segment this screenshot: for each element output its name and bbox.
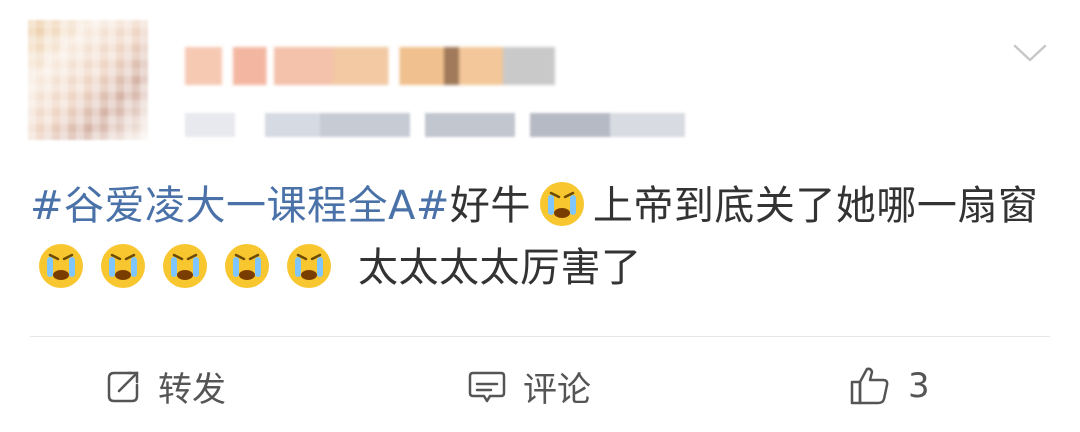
crying-face-icon xyxy=(39,244,83,288)
crying-face-icon xyxy=(101,244,145,288)
username-blurred[interactable] xyxy=(185,47,555,85)
crying-face-icon xyxy=(287,244,331,288)
post-meta-blurred xyxy=(185,113,685,137)
crying-face-icon xyxy=(539,182,584,226)
post-content: #谷爱凌大一课程全A#好牛 上帝到底关了她哪一扇窗太太太太厉害了 xyxy=(30,175,1060,299)
thumbs-up-icon xyxy=(850,367,889,405)
post-text-2: 上帝到底关了她哪一扇窗 xyxy=(592,183,1039,229)
post-text-1: 好牛 xyxy=(449,183,531,229)
repost-button[interactable]: 转发 xyxy=(104,366,226,410)
chevron-down-icon[interactable] xyxy=(1012,40,1048,68)
comment-icon xyxy=(468,371,506,403)
repost-label: 转发 xyxy=(158,369,226,410)
crying-face-icon xyxy=(225,244,269,288)
like-button[interactable]: 3 xyxy=(848,366,930,406)
like-count: 3 xyxy=(908,366,930,406)
repost-icon xyxy=(107,371,139,403)
avatar[interactable] xyxy=(28,20,148,140)
crying-face-icon xyxy=(163,244,207,288)
hashtag-link[interactable]: #谷爱凌大一课程全A# xyxy=(30,183,450,229)
comment-button[interactable]: 评论 xyxy=(467,366,591,410)
divider xyxy=(30,336,1050,337)
post-text-3: 太太太太厉害了 xyxy=(358,245,642,291)
comment-label: 评论 xyxy=(523,369,591,410)
